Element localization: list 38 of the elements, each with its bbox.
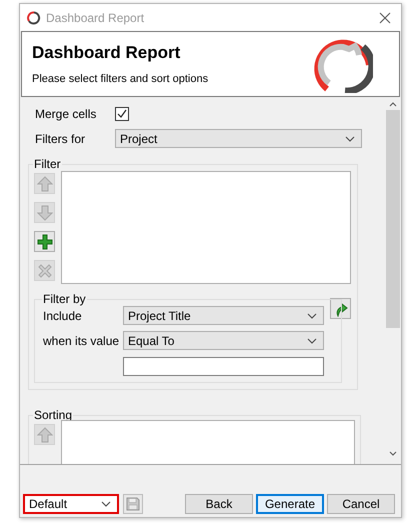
save-button[interactable]: [123, 494, 143, 514]
chevron-icon: [345, 136, 355, 142]
cross-icon: [36, 262, 52, 278]
chevron-icon: [101, 501, 111, 507]
curved-arrow-button[interactable]: [330, 298, 351, 319]
filter-group-label: Filter: [33, 157, 62, 171]
generate-button[interactable]: Generate: [256, 494, 324, 514]
merge-cells-checkbox[interactable]: [115, 106, 129, 120]
merge-cells-label: Merge cells: [35, 106, 98, 120]
include-label: Include: [43, 308, 83, 322]
value-input-field[interactable]: [123, 357, 324, 376]
scrollbar-thumb[interactable]: [386, 110, 400, 328]
up-arrow-icon: [36, 176, 52, 192]
header-title: Dashboard Report: [32, 43, 182, 63]
filter-list[interactable]: [61, 171, 351, 284]
scroll-down-icon: [389, 451, 397, 456]
chevron-icon: [307, 312, 317, 318]
preset-dropdown[interactable]: Default: [25, 496, 117, 512]
include-dropdown[interactable]: Project Title: [123, 306, 324, 325]
header-subtitle: Please select filters and sort options: [32, 73, 210, 85]
down-arrow-icon: [36, 204, 52, 220]
up-arrow-icon: [36, 426, 52, 442]
close-icon: [379, 12, 391, 24]
plus-button[interactable]: [34, 231, 55, 252]
back-button[interactable]: Back: [185, 494, 253, 514]
app-logo-icon: [27, 10, 41, 24]
cancel-button[interactable]: Cancel: [327, 494, 395, 514]
window-title: Dashboard Report: [46, 10, 146, 24]
chevron-icon: [307, 338, 317, 344]
condition-dropdown[interactable]: Equal To: [123, 331, 324, 350]
plus-icon: [36, 234, 52, 250]
filters-for-label: Filters for: [35, 132, 86, 146]
filters-for-dropdown[interactable]: Project: [115, 129, 362, 148]
sorting-list[interactable]: [61, 420, 355, 464]
sorting-group-label: Sorting: [33, 408, 74, 422]
scroll-up-icon: [389, 102, 397, 107]
condition-label: when its value: [43, 334, 120, 348]
filter-by-group-label: Filter by: [42, 292, 87, 306]
